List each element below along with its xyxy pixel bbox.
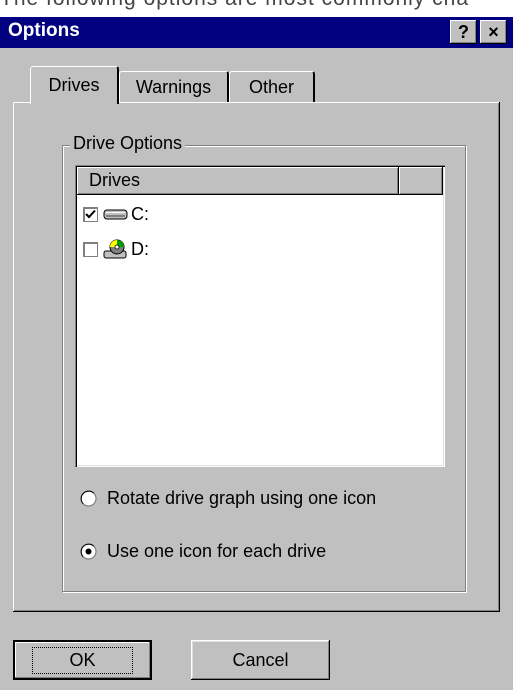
ok-button[interactable]: OK (13, 640, 152, 680)
tab-drives-label: Drives (48, 75, 100, 95)
blank-column-header[interactable] (399, 167, 443, 195)
help-button[interactable]: ? (450, 20, 477, 44)
radio-rotate-drive-graph-label: Rotate drive graph using one icon (107, 487, 377, 508)
cancel-button-label: Cancel (232, 649, 289, 670)
radio-selected-icon (80, 542, 97, 560)
tab-other[interactable]: Other (229, 71, 315, 102)
drives-list-header: Drives (77, 167, 443, 195)
hard-drive-icon (103, 206, 129, 222)
list-item-drive-d[interactable]: D: (83, 237, 149, 261)
tab-drives[interactable]: Drives (30, 66, 119, 104)
drives-list[interactable]: Drives C: D: (75, 165, 445, 467)
tab-warnings[interactable]: Warnings (119, 71, 229, 102)
close-button[interactable]: × (480, 20, 507, 44)
drive-c-label: C: (131, 203, 149, 224)
checkmark-icon (85, 209, 96, 218)
help-icon: ? (458, 21, 469, 42)
radio-one-icon-each-drive-label: Use one icon for each drive (107, 540, 327, 561)
radio-rotate-drive-graph[interactable]: Rotate drive graph using one icon (80, 485, 376, 511)
tab-warnings-label: Warnings (135, 76, 212, 97)
list-item-drive-c[interactable]: C: (83, 202, 149, 226)
radio-unselected-icon (80, 489, 97, 507)
drive-options-group-label: Drive Options (70, 133, 186, 154)
drives-column-header[interactable]: Drives (77, 167, 399, 195)
background-text: The following options are most commonly … (0, 0, 469, 11)
ok-button-label: OK (32, 646, 133, 674)
drive-c-checkbox[interactable] (83, 206, 98, 222)
cdrom-drive-icon (103, 238, 129, 260)
tab-other-label: Other (248, 76, 295, 97)
window-title: Options (8, 20, 80, 41)
background-text-strip: The following options are most commonly … (0, 0, 513, 17)
drive-d-checkbox[interactable] (83, 241, 98, 257)
close-icon: × (488, 21, 499, 42)
title-bar[interactable]: Options ? × (0, 17, 513, 48)
radio-one-icon-each-drive[interactable]: Use one icon for each drive (80, 538, 326, 564)
cancel-button[interactable]: Cancel (191, 640, 330, 680)
drive-d-label: D: (131, 238, 149, 259)
drives-column-header-label: Drives (89, 170, 141, 190)
